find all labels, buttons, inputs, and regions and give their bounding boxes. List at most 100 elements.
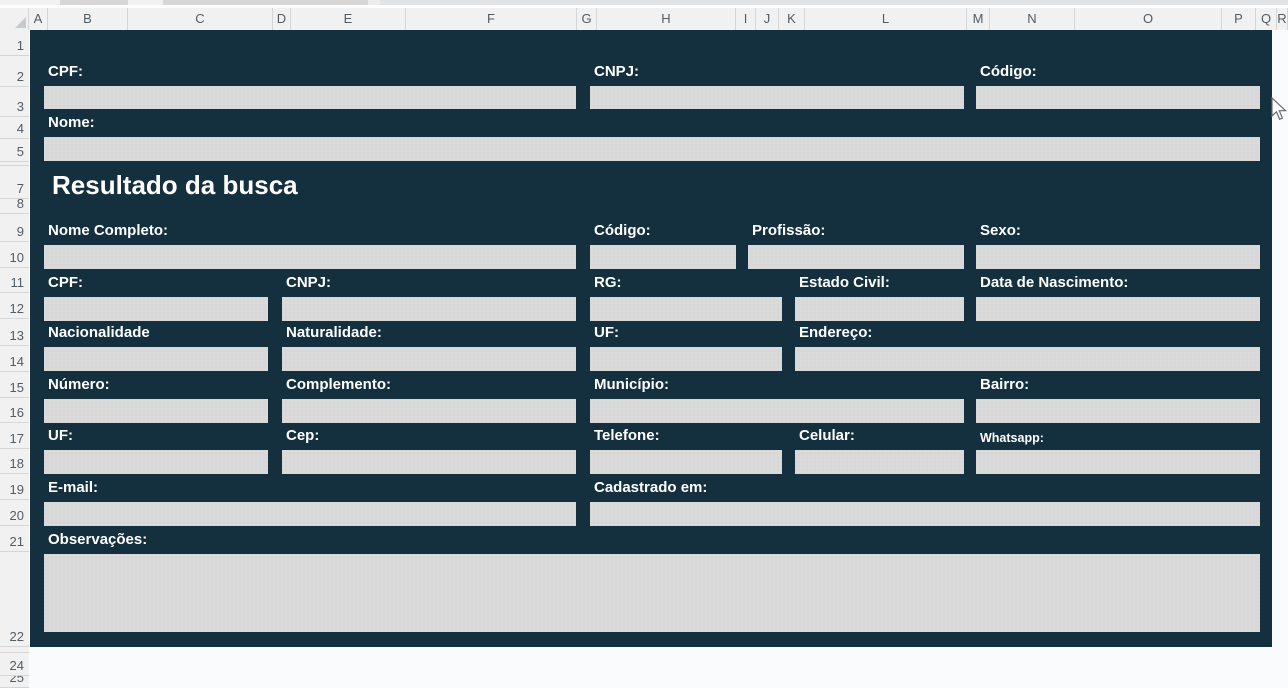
column-header-A[interactable]: A: [29, 8, 48, 30]
column-header-L[interactable]: L: [805, 8, 967, 30]
label-codigo-search: Código:: [980, 62, 1037, 82]
input-cpf[interactable]: [44, 297, 268, 321]
input-celular[interactable]: [795, 450, 964, 474]
column-header-M[interactable]: M: [967, 8, 990, 30]
row-header-4[interactable]: 4: [0, 117, 29, 139]
results-heading: Resultado da busca: [52, 168, 298, 202]
input-cnpj-search[interactable]: [590, 86, 964, 109]
input-nome-search[interactable]: [44, 137, 1260, 161]
input-rg[interactable]: [590, 297, 782, 321]
input-cep[interactable]: [282, 450, 576, 474]
row-header-22[interactable]: 22: [0, 552, 29, 647]
column-header-F[interactable]: F: [406, 8, 577, 30]
column-header-D[interactable]: D: [273, 8, 291, 30]
row-header-15[interactable]: 15: [0, 372, 29, 398]
row-header-2[interactable]: 2: [0, 56, 29, 87]
input-data-nascimento[interactable]: [976, 297, 1260, 321]
input-sexo[interactable]: [976, 245, 1260, 269]
label-rg: RG:: [594, 273, 622, 293]
select-all-icon: [15, 17, 26, 28]
input-codigo[interactable]: [590, 245, 736, 269]
label-cnpj: CNPJ:: [286, 273, 331, 293]
input-cpf-search[interactable]: [44, 86, 576, 109]
column-header-G[interactable]: G: [577, 8, 597, 30]
column-header-E[interactable]: E: [291, 8, 406, 30]
column-header-P[interactable]: P: [1222, 8, 1256, 30]
column-header-O[interactable]: O: [1075, 8, 1222, 30]
input-nome-completo[interactable]: [44, 245, 576, 269]
row-header-9[interactable]: 9: [0, 214, 29, 242]
row-header-25[interactable]: 25: [0, 676, 29, 688]
label-complemento: Complemento:: [286, 375, 391, 395]
input-complemento[interactable]: [282, 399, 576, 423]
input-uf-2[interactable]: [44, 450, 268, 474]
label-profissao: Profissão:: [752, 221, 825, 241]
row-header-7[interactable]: 7: [0, 166, 29, 199]
column-header-N[interactable]: N: [990, 8, 1075, 30]
label-uf-1: UF:: [594, 323, 619, 343]
row-header-3[interactable]: 3: [0, 87, 29, 117]
label-uf-2: UF:: [48, 426, 73, 446]
label-email: E-mail:: [48, 478, 98, 498]
input-naturalidade[interactable]: [282, 347, 576, 371]
row-header-20[interactable]: 20: [0, 500, 29, 526]
input-endereco[interactable]: [795, 347, 1260, 371]
row-header-12[interactable]: 12: [0, 293, 29, 319]
input-bairro[interactable]: [976, 399, 1260, 423]
input-estado-civil[interactable]: [795, 297, 964, 321]
row-header-5[interactable]: 5: [0, 139, 29, 162]
input-municipio[interactable]: [590, 399, 964, 423]
label-numero: Número:: [48, 375, 110, 395]
row-header-13[interactable]: 13: [0, 319, 29, 346]
row-header-24[interactable]: 24: [0, 653, 29, 676]
row-header-1[interactable]: 1: [0, 30, 29, 56]
label-municipio: Município:: [594, 375, 669, 395]
label-celular: Celular:: [799, 426, 855, 446]
spreadsheet: ABCDEFGHIJKLMNOPQR 123456789101112131415…: [0, 0, 1288, 688]
label-cep: Cep:: [286, 426, 319, 446]
label-nacionalidade: Nacionalidade: [48, 323, 150, 343]
row-header-18[interactable]: 18: [0, 449, 29, 474]
input-nacionalidade[interactable]: [44, 347, 268, 371]
input-numero[interactable]: [44, 399, 268, 423]
label-cpf-search: CPF:: [48, 62, 83, 82]
column-header-B[interactable]: B: [48, 8, 128, 30]
row-header-16[interactable]: 16: [0, 398, 29, 423]
column-header-H[interactable]: H: [597, 8, 736, 30]
input-uf-1[interactable]: [590, 347, 782, 371]
input-observacoes[interactable]: [44, 554, 1260, 632]
label-nome-search: Nome:: [48, 113, 95, 133]
label-observacoes: Observações:: [48, 530, 147, 550]
row-header-11[interactable]: 11: [0, 268, 29, 293]
input-email[interactable]: [44, 502, 576, 526]
label-endereco: Endereço:: [799, 323, 872, 343]
row-header-17[interactable]: 17: [0, 423, 29, 449]
label-cadastrado-em: Cadastrado em:: [594, 478, 707, 498]
column-header-J[interactable]: J: [756, 8, 779, 30]
label-sexo: Sexo:: [980, 221, 1021, 241]
column-header-I[interactable]: I: [736, 8, 756, 30]
column-header-R[interactable]: R: [1277, 8, 1288, 30]
row-header-10[interactable]: 10: [0, 242, 29, 268]
column-header-K[interactable]: K: [779, 8, 805, 30]
column-header-C[interactable]: C: [128, 8, 273, 30]
input-telefone[interactable]: [590, 450, 782, 474]
row-header-19[interactable]: 19: [0, 474, 29, 500]
row-header-14[interactable]: 14: [0, 346, 29, 372]
row-header-21[interactable]: 21: [0, 526, 29, 552]
column-header-Q[interactable]: Q: [1256, 8, 1277, 30]
label-nome-completo: Nome Completo:: [48, 221, 168, 241]
input-profissao[interactable]: [748, 245, 964, 269]
input-codigo-search[interactable]: [976, 86, 1260, 109]
input-cnpj[interactable]: [282, 297, 576, 321]
label-whatsapp: Whatsapp:: [980, 429, 1044, 447]
input-cadastrado-em[interactable]: [590, 502, 1260, 526]
input-whatsapp[interactable]: [976, 450, 1260, 474]
row-header-8[interactable]: 8: [0, 199, 29, 214]
select-all-cell[interactable]: [0, 8, 29, 30]
label-codigo: Código:: [594, 221, 651, 241]
ribbon-edge: [0, 0, 1288, 8]
label-telefone: Telefone:: [594, 426, 660, 446]
label-estado-civil: Estado Civil:: [799, 273, 890, 293]
label-bairro: Bairro:: [980, 375, 1029, 395]
